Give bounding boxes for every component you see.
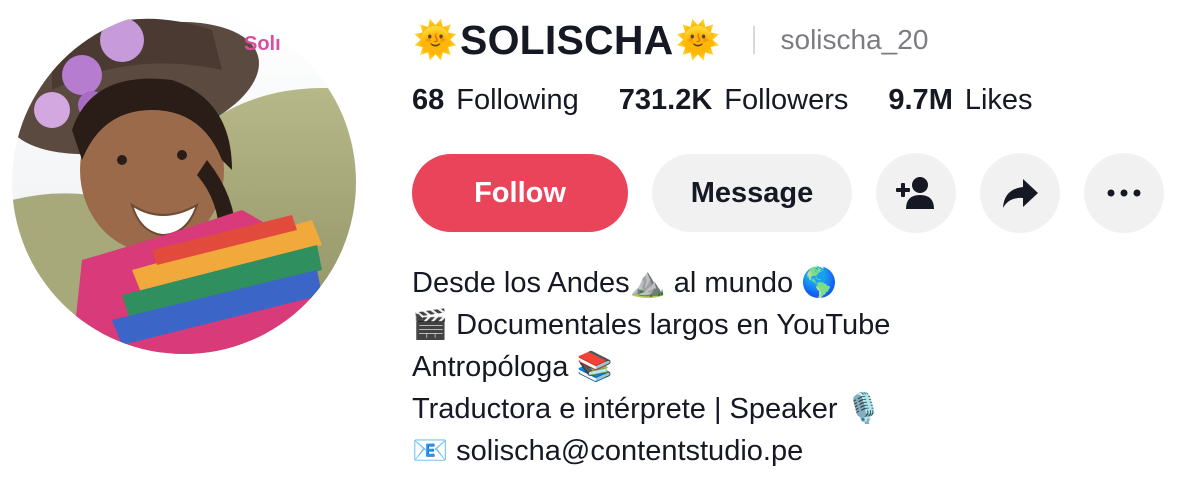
bio-line: Desde los Andes⛰️ al mundo 🌎 xyxy=(412,267,838,299)
more-dots-icon xyxy=(1107,189,1141,197)
message-button[interactable]: Message xyxy=(652,154,852,232)
sun-emoji-icon: 🌞 xyxy=(413,19,459,60)
stat-likes: 9.7M Likes xyxy=(888,84,1032,117)
profile-actions: Follow Message xyxy=(412,153,1164,233)
sun-emoji-icon: 🌞 xyxy=(675,19,721,60)
stat-followers[interactable]: 731.2K Followers xyxy=(619,84,849,117)
header-divider xyxy=(752,26,755,54)
display-name-text: SOLISCHA xyxy=(460,17,674,63)
stat-label: Followers xyxy=(724,84,849,116)
profile-header: 🌞 SOLISCHA 🌞 solischa_20 xyxy=(411,14,928,66)
profile-stats: 68 Following 731.2K Followers 9.7M Likes xyxy=(412,84,1073,117)
stat-value: 68 xyxy=(412,84,445,116)
stat-value: 9.7M xyxy=(888,84,953,116)
bio-line: Antropóloga 📚 xyxy=(412,351,613,383)
stat-value: 731.2K xyxy=(618,84,713,116)
avatar-photo: Soli xyxy=(12,10,356,354)
more-options-button[interactable] xyxy=(1084,153,1164,233)
add-friend-button[interactable] xyxy=(876,153,956,233)
avatar-overlay-text: Soli xyxy=(244,33,281,55)
stat-following[interactable]: 68 Following xyxy=(412,84,579,117)
username: solischa_20 xyxy=(780,24,929,55)
bio-line: Traductora e intérprete | Speaker 🎙️ xyxy=(412,393,882,425)
avatar[interactable]: Soli xyxy=(12,10,356,354)
stat-label: Likes xyxy=(964,84,1033,116)
bio-email-line[interactable]: 📧 solischa@contentstudio.pe xyxy=(412,430,890,472)
share-button[interactable] xyxy=(980,153,1060,233)
bio-line: 🎬 Documentales largos en YouTube xyxy=(412,309,891,341)
add-user-icon xyxy=(896,177,934,209)
share-arrow-icon xyxy=(1003,179,1038,208)
follow-button[interactable]: Follow xyxy=(412,154,628,232)
stat-label: Following xyxy=(456,84,579,116)
profile-bio: Desde los Andes⛰️ al mundo 🌎 🎬 Documenta… xyxy=(412,262,890,472)
display-name: 🌞 SOLISCHA 🌞 xyxy=(411,14,723,66)
